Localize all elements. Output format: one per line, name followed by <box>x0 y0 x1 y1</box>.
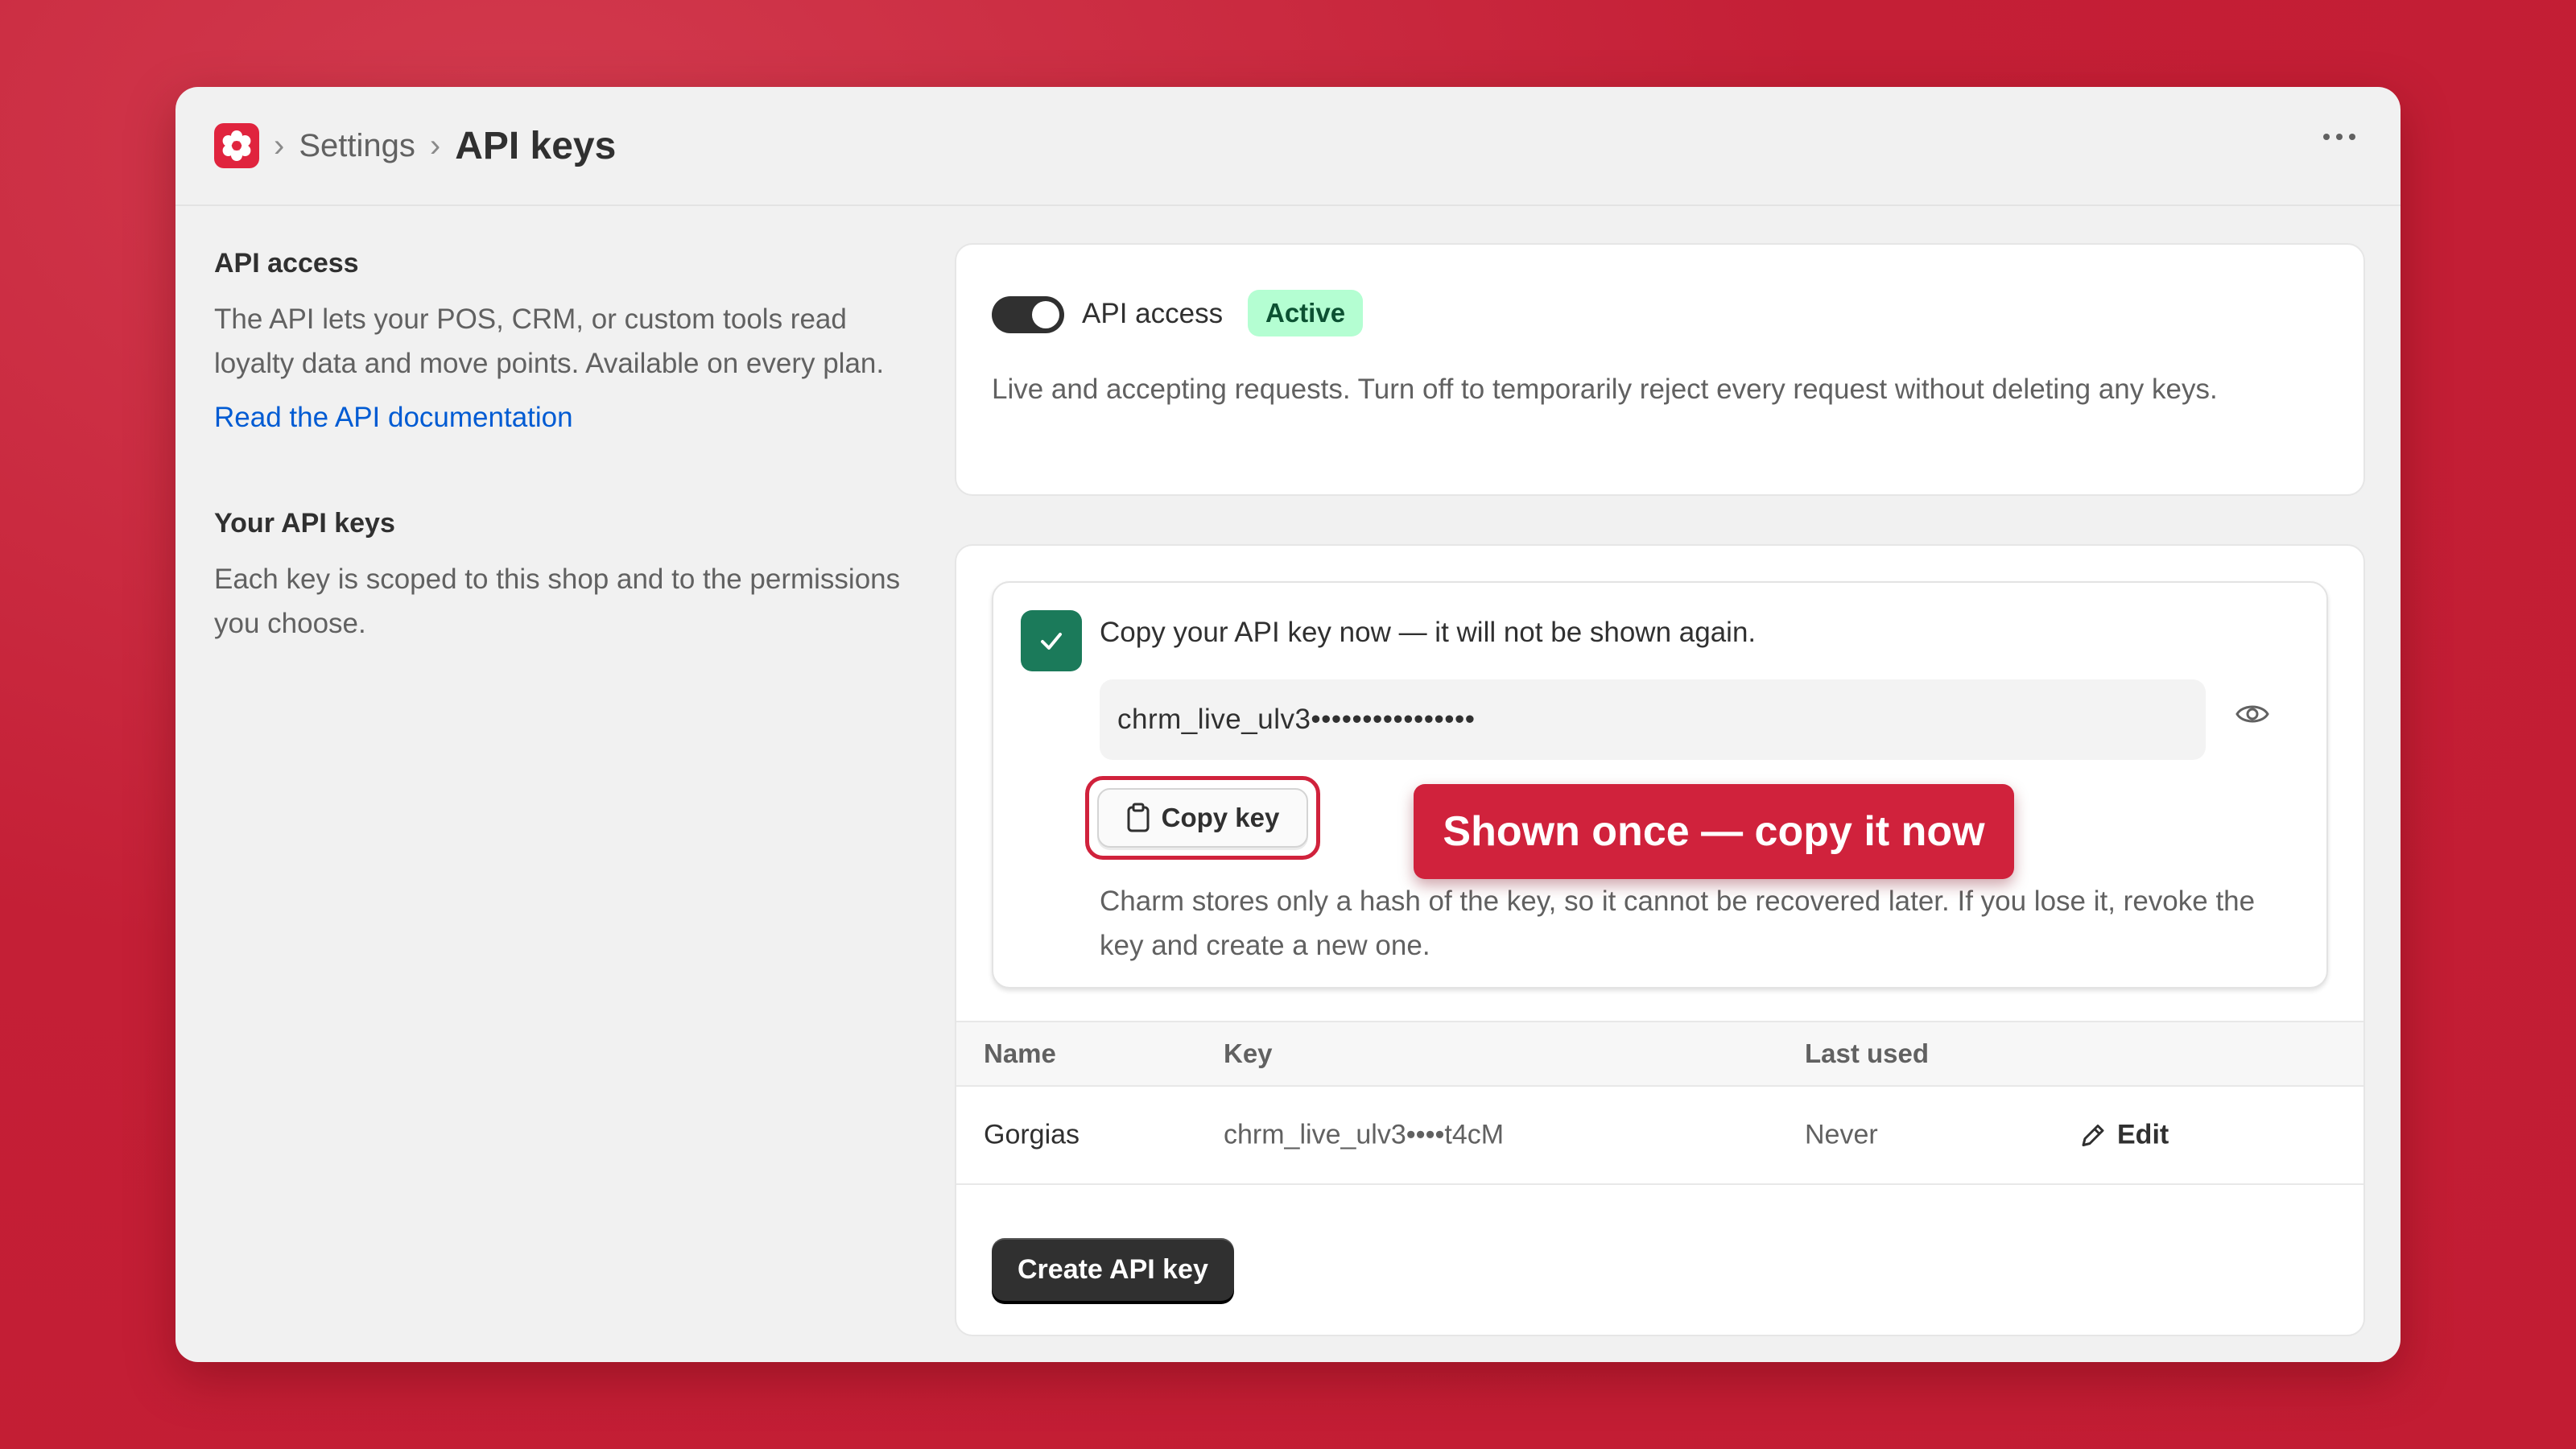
api-access-label: API access <box>1082 298 1224 329</box>
page-title: API keys <box>455 124 617 167</box>
clipboard-icon <box>1127 803 1150 832</box>
key-masked: chrm_live_ulv3••••t4cM <box>1224 1119 1505 1150</box>
api-access-description: The API lets your POS, CRM, or custom to… <box>214 303 885 379</box>
column-header-name: Name <box>984 1038 1056 1068</box>
column-header-key: Key <box>1224 1038 1273 1068</box>
api-keys-description: Each key is scoped to this shop and to t… <box>214 564 901 639</box>
new-key-banner: Copy your API key now — it will not be s… <box>992 581 2328 989</box>
api-docs-link[interactable]: Read the API documentation <box>214 402 906 434</box>
table-row: Gorgias chrm_live_ulv3••••t4cM Never Edi… <box>956 1087 2363 1185</box>
settings-window: › Settings › API keys API access The API… <box>175 87 2401 1362</box>
copy-key-label: Copy key <box>1161 803 1280 832</box>
banner-title: Copy your API key now — it will not be s… <box>1100 617 1757 648</box>
edit-key-button[interactable]: Edit <box>2079 1120 2169 1151</box>
table-header: Name Key Last used <box>956 1021 2363 1087</box>
api-keys-card: Copy your API key now — it will not be s… <box>955 544 2365 1336</box>
api-access-card: API access Active Live and accepting req… <box>955 243 2365 496</box>
pencil-icon <box>2082 1124 2104 1146</box>
column-header-last-used: Last used <box>1805 1038 1930 1068</box>
breadcrumb-settings[interactable]: Settings <box>299 128 415 164</box>
create-api-key-button[interactable]: Create API key <box>992 1238 1234 1301</box>
copy-key-button[interactable]: Copy key <box>1097 788 1308 848</box>
edit-label: Edit <box>2117 1119 2169 1150</box>
status-badge: Active <box>1248 290 1364 336</box>
top-bar: › Settings › API keys <box>175 87 2401 206</box>
chevron-right-icon: › <box>429 127 441 163</box>
banner-note: Charm stores only a hash of the key, so … <box>1100 886 2256 961</box>
copy-key-highlight: Copy key <box>1085 776 1320 860</box>
flower-gear-icon[interactable] <box>214 123 259 168</box>
api-key-field[interactable]: chrm_live_ulv3•••••••••••••••• <box>1100 679 2206 760</box>
checkmark-icon <box>1021 610 1082 671</box>
chevron-right-icon: › <box>274 127 285 163</box>
key-last-used: Never <box>1805 1119 1878 1150</box>
callout-annotation: Shown once — copy it now <box>1414 784 2014 879</box>
left-panel: API access The API lets your POS, CRM, o… <box>214 248 906 646</box>
key-name: Gorgias <box>984 1119 1080 1150</box>
api-access-heading: API access <box>214 248 359 279</box>
api-keys-heading: Your API keys <box>214 508 395 539</box>
more-horizontal-icon[interactable] <box>2323 134 2355 140</box>
api-access-status-text: Live and accepting requests. Turn off to… <box>992 374 2218 405</box>
api-access-toggle[interactable] <box>992 296 1064 333</box>
eye-icon[interactable] <box>2235 700 2270 732</box>
